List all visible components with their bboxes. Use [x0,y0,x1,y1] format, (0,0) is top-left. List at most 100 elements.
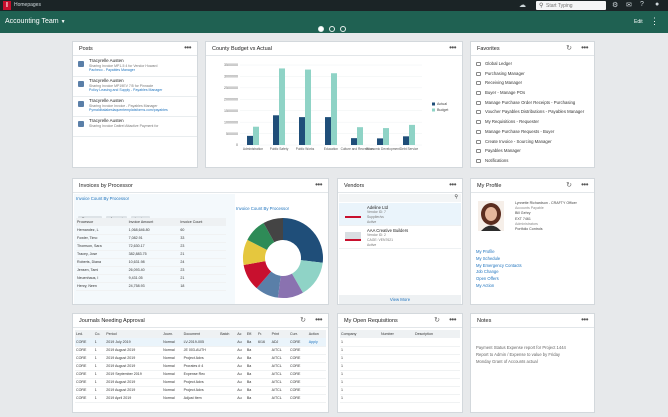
bar-budget[interactable] [331,73,337,145]
page-dot-3[interactable] [340,26,346,32]
page-dot-2[interactable] [329,26,335,32]
column-header[interactable]: Co. [93,330,106,338]
user-icon[interactable]: ● [655,1,659,8]
page-title[interactable]: Accounting Team ▼ [5,18,66,25]
profile-link[interactable]: Job Change [471,269,522,276]
more-icon[interactable]: ••• [581,43,588,52]
table-row[interactable]: 1 [340,362,460,371]
post-item[interactable]: Tracyrelle Austen Sharing Invoice Dattrel… [73,117,197,137]
post-line[interactable]: Policy Leasing and Supply - Payables Man… [89,88,197,92]
column-header[interactable]: Invoice Amount [127,218,180,226]
post-line[interactable]: Pacheco - Payables Manager [89,68,197,72]
table-row[interactable]: CORE 1 2019 April 2019 Normal Adjust Item Au B… [75,394,326,403]
view-more-link[interactable]: View More [339,295,461,304]
favorite-item[interactable]: Notifications [471,156,594,166]
more-icon[interactable]: ••• [315,180,322,189]
bar-actual[interactable] [377,138,383,145]
post-item[interactable]: Tracyrelle Austen Sharing Invoice MP1-5 4… [73,57,197,77]
bar-budget[interactable] [279,68,285,145]
bar-actual[interactable] [351,138,357,145]
note-item[interactable]: Payment Status Expense report for Projec… [471,344,594,351]
table-row[interactable]: CORE 1 2019 August 2019 Normal Project Advs A… [75,378,326,387]
post-author[interactable]: Tracyrelle Austen [89,118,124,123]
note-item[interactable]: Report to Admin / Expense to value by Fr… [471,351,594,358]
column-header[interactable]: Document [182,330,220,338]
table-row[interactable]: Thomson, Sara 72,630.17 23 [76,242,226,251]
bar-actual[interactable] [325,117,331,145]
vendor-search-bar[interactable]: ⚲ [339,194,461,202]
column-header[interactable]: Eff. [245,330,257,338]
action-link[interactable] [307,378,326,387]
profile-link[interactable]: My Schedule [471,256,522,263]
profile-link[interactable]: Open Offers [471,276,522,283]
column-header[interactable]: Company [340,330,380,338]
favorite-item[interactable]: Receiving Manager [471,78,594,88]
more-icon[interactable]: ••• [449,43,456,52]
action-link[interactable] [307,362,326,371]
more-icon[interactable]: ••• [581,180,588,189]
cloud-icon[interactable]: ☁ [519,1,526,9]
table-row[interactable]: 1 [340,346,460,355]
post-line[interactable]: Pymaldbalakeslaquentemplatsforms.com/pay… [89,108,197,112]
app-logo[interactable]: I [3,1,11,10]
action-link[interactable]: Apply [307,338,326,347]
donut-slice[interactable] [283,218,323,263]
table-row[interactable]: CORE 1 2019 August 2019 Normal Project Advs A… [75,354,326,363]
column-header[interactable]: Batch [219,330,237,338]
action-link[interactable] [307,386,326,395]
favorite-item[interactable]: Manage Purchase Requests - Buyer [471,127,594,137]
favorite-item[interactable]: Manage Purchase Order Receipts - Purchas… [471,98,594,108]
favorite-item[interactable]: Purchasing Manager [471,69,594,79]
action-link[interactable] [307,370,326,379]
bar-actual[interactable] [247,135,253,145]
more-icon[interactable]: ••• [449,315,456,324]
action-link[interactable] [307,346,326,355]
refresh-icon[interactable]: ↻ [566,44,572,52]
table-row[interactable]: CORE 1 2019 August 2019 Normal Prorates # 4A… [75,362,326,371]
search-input[interactable] [546,1,604,10]
search-icon[interactable]: ⚲ [454,194,458,200]
more-icon[interactable]: ••• [449,180,456,189]
column-header[interactable]: Processor [76,218,128,226]
post-item[interactable]: Tracyrelle Austen Sharing Invoice MP19EV … [73,77,197,97]
column-header[interactable]: Description [414,330,460,338]
table-row[interactable]: Henry, Neen 24,758.93 18 [76,282,226,291]
table-row[interactable]: 1 [340,378,460,387]
action-link[interactable] [307,354,326,363]
table-row[interactable]: Neuenhaus, I 9,431.05 21 [76,274,226,283]
favorite-item[interactable]: My Requisitions - Requester [471,117,594,127]
table-row[interactable]: CORE 1 2019 August 2019 Normal Project Advs A… [75,386,326,395]
page-dot-1[interactable] [318,26,324,32]
post-author[interactable]: Tracyrelle Austen [89,78,124,83]
post-author[interactable]: Tracyrelle Austen [89,98,124,103]
home-label[interactable]: Homepages [14,2,41,8]
note-item[interactable]: Monday Grant of Accounts actual [471,358,594,365]
column-header[interactable]: Action [307,330,326,338]
refresh-icon[interactable]: ↻ [434,316,440,324]
favorite-item[interactable]: Payables Manager [471,146,594,156]
post-author[interactable]: Tracyrelle Austen [89,58,124,63]
table-row[interactable]: Roberts, Diana 10,631.98 24 [76,258,226,267]
profile-link[interactable]: My Action [471,283,522,290]
bar-budget[interactable] [357,127,363,145]
bar-budget[interactable] [409,124,415,145]
bar-actual[interactable] [299,117,305,145]
bell-icon[interactable]: ✉ [626,1,632,9]
table-row[interactable]: 1 [340,394,460,403]
table-row[interactable]: 1 [340,370,460,379]
bar-budget[interactable] [383,128,389,145]
more-icon[interactable]: ••• [315,315,322,324]
column-header[interactable]: Fr. [256,330,271,338]
column-header[interactable]: Curr. [289,330,308,338]
refresh-icon[interactable]: ↻ [566,181,572,189]
table-row[interactable]: CORE 1 2019 August 2019 Normal JE 003-AUTH Au… [75,346,326,355]
table-row[interactable]: Tracey, Jose 382,883.75 21 [76,250,226,259]
favorite-item[interactable]: Global Ledger [471,59,594,69]
table-row[interactable]: Jensen, Tami 26,093.40 23 [76,266,226,275]
bar-actual[interactable] [273,115,279,145]
table-row[interactable]: CORE 1 2019 July 2019 Normal LV-2019-005 Au Ba… [75,338,326,347]
column-header[interactable]: Ac [236,330,246,338]
column-header[interactable]: Period [105,330,163,338]
bar-budget[interactable] [253,126,259,145]
bar-budget[interactable] [305,69,311,145]
